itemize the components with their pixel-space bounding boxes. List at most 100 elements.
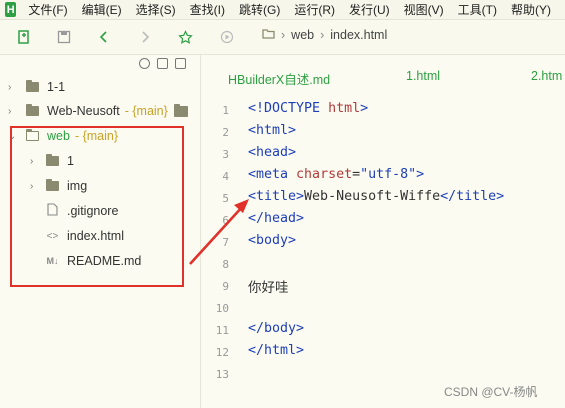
- code-line-head-close: </head>: [248, 211, 305, 226]
- save-icon[interactable]: [56, 29, 72, 45]
- star-icon[interactable]: [177, 29, 193, 45]
- tree-item-folder-1[interactable]: › 1: [30, 151, 74, 171]
- line-number: 8: [222, 258, 229, 271]
- filter-icon[interactable]: [175, 58, 186, 69]
- tree-label: index.html: [67, 229, 124, 243]
- editor-tabs: HBuilderX自述.md 1.html 2.htm: [201, 55, 565, 95]
- menu-select[interactable]: 选择(S): [136, 1, 176, 18]
- folder-open-icon: [25, 128, 39, 141]
- menu-file[interactable]: 文件(F): [28, 1, 67, 18]
- menu-view[interactable]: 视图(V): [404, 1, 444, 18]
- menu-goto[interactable]: 跳转(G): [239, 1, 280, 18]
- code-line-body-open: <body>: [248, 233, 297, 248]
- line-number: 7: [222, 236, 229, 249]
- project-sidebar: › 1-1 › Web-Neusoft - {main} ⌄ web - {ma…: [0, 55, 201, 408]
- code-token: charset: [296, 167, 353, 182]
- code-editor[interactable]: 1 2 3 4 5 6 7 8 9 10 11 12 13 <!DOCTYPE …: [201, 96, 565, 408]
- line-number: 10: [215, 302, 229, 315]
- tree-label: .gitignore: [67, 204, 119, 218]
- tree-label: Web-Neusoft: [47, 104, 120, 118]
- tree-item-web[interactable]: ⌄ web - {main}: [8, 126, 118, 146]
- menu-find[interactable]: 查找(I): [190, 1, 225, 18]
- folder-icon: [173, 103, 188, 117]
- file-icon: [46, 203, 59, 219]
- tree-item-img[interactable]: › img: [30, 176, 87, 196]
- new-file-icon[interactable]: [16, 29, 32, 45]
- code-token: >: [360, 101, 369, 116]
- code-token: <meta: [248, 167, 297, 182]
- code-line-body-text: 你好哇: [248, 280, 289, 296]
- tab-2-html[interactable]: 2.htm: [531, 69, 562, 83]
- chevron-right-icon: ›: [30, 180, 34, 192]
- chevron-right-icon: ›: [8, 105, 12, 117]
- breadcrumb-separator: ›: [320, 28, 325, 42]
- branch-badge: - {main}: [124, 104, 168, 118]
- branch-badge: - {main}: [74, 129, 119, 143]
- breadcrumb-file[interactable]: index.html: [330, 28, 387, 42]
- breadcrumb-folder[interactable]: web: [291, 28, 314, 42]
- code-line-head-open: <head>: [248, 145, 297, 160]
- code-token: "utf-8": [360, 167, 417, 182]
- code-token: Web-Neusoft-Wiffe: [304, 189, 441, 204]
- chevron-down-icon: ⌄: [8, 130, 17, 142]
- run-icon[interactable]: [219, 29, 235, 45]
- menu-help[interactable]: 帮助(Y): [511, 1, 551, 18]
- code-token: >: [416, 167, 425, 182]
- tab-hbuilderx-readme[interactable]: HBuilderX自述.md: [228, 69, 330, 88]
- collapse-icon[interactable]: [157, 58, 168, 69]
- chevron-right-icon: ›: [30, 155, 34, 167]
- tree-item-gitignore[interactable]: .gitignore: [46, 201, 118, 221]
- menu-edit[interactable]: 编辑(E): [82, 1, 122, 18]
- tab-1-html[interactable]: 1.html: [406, 69, 440, 83]
- tree-label: README.md: [67, 254, 142, 268]
- tree-item-index-html[interactable]: <> index.html: [46, 226, 124, 246]
- code-token: </title>: [440, 189, 505, 204]
- forward-icon[interactable]: [137, 29, 153, 45]
- line-number: 13: [215, 368, 229, 381]
- tree-label: img: [67, 179, 88, 193]
- line-number: 12: [215, 346, 229, 359]
- code-file-icon: <>: [46, 230, 59, 242]
- line-number: 3: [222, 148, 229, 161]
- menu-tools[interactable]: 工具(T): [458, 1, 497, 18]
- menu-publish[interactable]: 发行(U): [349, 1, 390, 18]
- tree-item-web-neusoft[interactable]: › Web-Neusoft - {main}: [8, 101, 196, 121]
- breadcrumb-separator: ›: [281, 28, 286, 42]
- code-line-html-open: <html>: [248, 123, 297, 138]
- line-number: 9: [222, 280, 229, 293]
- folder-icon: [262, 28, 275, 42]
- breadcrumb: › web › index.html: [262, 28, 387, 42]
- tree-label: 1-1: [47, 80, 66, 94]
- toolbar: › web › index.html: [0, 20, 565, 55]
- tree-item-readme[interactable]: M↓ README.md: [46, 251, 142, 271]
- line-number: 1: [222, 104, 229, 117]
- locate-icon[interactable]: [139, 58, 150, 69]
- tree-label: 1: [67, 154, 74, 168]
- code-line-meta: <meta charset="utf-8">: [248, 167, 424, 182]
- line-number: 11: [215, 324, 229, 337]
- code-line-title: <title>Web-Neusoft-Wiffe</title>: [248, 189, 504, 204]
- code-token: html: [328, 101, 361, 116]
- menu-run[interactable]: 运行(R): [294, 1, 335, 18]
- back-icon[interactable]: [96, 29, 112, 45]
- code-token: <!DOCTYPE: [248, 101, 329, 116]
- code-line-doctype: <!DOCTYPE html>: [248, 101, 368, 116]
- line-number: 6: [222, 214, 229, 227]
- chevron-right-icon: ›: [8, 81, 12, 93]
- tree-item-1-1[interactable]: › 1-1: [8, 77, 65, 97]
- folder-icon: [46, 154, 59, 166]
- folder-icon: [46, 179, 59, 191]
- tree-label: web: [47, 129, 70, 143]
- sidebar-actions: [139, 58, 186, 69]
- code-token: <title>: [248, 189, 305, 204]
- menu-bar: H 文件(F) 编辑(E) 选择(S) 查找(I) 跳转(G) 运行(R) 发行…: [0, 0, 565, 20]
- markdown-icon: M↓: [46, 256, 59, 266]
- code-token: =: [352, 167, 361, 182]
- line-number: 5: [222, 192, 229, 205]
- code-line-html-close: </html>: [248, 343, 305, 358]
- line-number: 4: [222, 170, 229, 183]
- code-line-body-close: </body>: [248, 321, 305, 336]
- folder-icon: [26, 104, 39, 116]
- folder-icon: [26, 80, 39, 92]
- watermark: CSDN @CV-杨帆: [444, 385, 538, 399]
